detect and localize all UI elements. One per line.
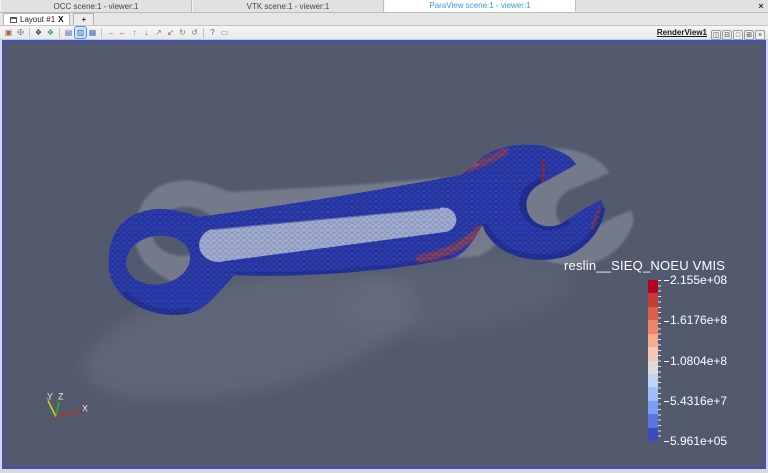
colorbar (648, 280, 658, 442)
view-window-buttons: ◫ ⊟ □ ⊞ × (710, 24, 765, 42)
toolbar-separator (203, 27, 204, 38)
projection-x-icon[interactable]: ▤ (63, 27, 74, 38)
tab-paraview-scene[interactable]: ParaView scene:1 - viewer:1 (384, 0, 576, 12)
layout-tab-label: Layout #1 (20, 15, 56, 24)
colorbar-label: 2.155e+08 (664, 273, 727, 287)
legend-title: reslin__SIEQ_NOEU VMIS (564, 258, 726, 273)
view-plus-y-icon[interactable]: ↑ (129, 27, 140, 38)
axis-x-label: X (82, 404, 88, 414)
colorbar-band (648, 400, 658, 415)
colorbar-band (648, 347, 658, 361)
maximize-view-button[interactable]: □ (733, 29, 743, 40)
colorbar-band (648, 427, 658, 442)
view-title[interactable]: RenderView1 (657, 28, 707, 37)
tab-occ-scene[interactable]: OCC scene:1 - viewer:1 (0, 0, 192, 12)
rotate-left-icon[interactable]: ↺ (189, 27, 200, 38)
help-icon[interactable]: ? (207, 27, 218, 38)
tabbar-spacer (576, 0, 754, 12)
major-tick (664, 320, 669, 322)
render-view[interactable]: Y Z X reslin__SIEQ_NOEU VMIS 2.155e+08 1.… (2, 40, 766, 469)
close-view-button[interactable]: × (755, 29, 765, 40)
colorbar-label: 1.6176e+8 (664, 313, 727, 327)
rotate-right-icon[interactable]: ↻ (177, 27, 188, 38)
axis-z-label: Z (58, 392, 64, 402)
view-plus-z-icon[interactable]: ↗ (153, 27, 164, 38)
view-minus-z-icon[interactable]: ↙ (165, 27, 176, 38)
toolbar-icons: ▣ ✠ ❖ ❖ ▤ ▥ ▦ → ← ↑ ↓ ↗ ↙ ↻ ↺? ▭ (3, 26, 230, 39)
colorbar-band (648, 414, 658, 428)
dump-view-icon[interactable]: ▣ (3, 27, 14, 38)
colorbar-band (648, 320, 658, 334)
tab-vtk-scene[interactable]: VTK scene:1 - viewer:1 (192, 0, 384, 12)
view-3d-icon[interactable]: ❖ (33, 27, 44, 38)
colorbar-band (648, 333, 658, 348)
split-vertical-button[interactable]: ⊟ (722, 29, 732, 40)
view-plus-x-icon[interactable]: → (105, 27, 116, 38)
view-header: RenderView1 ◫ ⊟ □ ⊞ × (657, 24, 765, 42)
scene-tab-bar: OCC scene:1 - viewer:1 VTK scene:1 - vie… (0, 0, 768, 13)
close-layout-icon[interactable]: X (58, 15, 63, 24)
colorbar-ticks (658, 280, 661, 441)
layout-tab-bar: Layout #1 X + (0, 13, 768, 26)
major-tick (664, 401, 669, 403)
colorbar-label: 1.0804e+8 (664, 354, 727, 368)
colorbar-band (648, 387, 658, 401)
major-tick (664, 280, 669, 282)
toolbar-separator (101, 27, 102, 38)
major-tick (664, 360, 669, 362)
axis-y-label: Y (47, 392, 53, 402)
colorbar-label: 5.961e+05 (664, 434, 727, 448)
colorbar-band (648, 373, 658, 388)
fit-all-icon[interactable]: ❖ (45, 27, 56, 38)
toolbar-separator (29, 27, 30, 38)
camera-toolbar: ▣ ✠ ❖ ❖ ▤ ▥ ▦ → ← ↑ ↓ ↗ ↙ ↻ ↺? ▭ RenderView1 ◫ ⊟ □ ⊞ × (0, 26, 768, 40)
view-minus-x-icon[interactable]: ← (117, 27, 128, 38)
toolbar-separator (59, 27, 60, 38)
projection-y-icon[interactable]: ▥ (74, 26, 87, 39)
colorbar-band (648, 280, 658, 294)
view-minus-y-icon[interactable]: ↓ (141, 27, 152, 38)
orientation-axes: Y Z X (46, 392, 88, 418)
split-horizontal-button[interactable]: ◫ (711, 29, 721, 40)
projection-z-icon[interactable]: ▦ (87, 27, 98, 38)
color-legend[interactable]: reslin__SIEQ_NOEU VMIS 2.155e+08 1.6176e+… (564, 258, 764, 448)
colorbar-band (648, 306, 658, 321)
scaling-icon[interactable]: ▭ (219, 27, 230, 38)
colorbar-label: 5.4316e+7 (664, 394, 727, 408)
colorbar-band (648, 360, 658, 374)
close-icon[interactable]: × (754, 0, 768, 12)
detach-view-button[interactable]: ⊞ (744, 29, 754, 40)
render-frame: Y Z X reslin__SIEQ_NOEU VMIS 2.155e+08 1.… (0, 40, 768, 473)
application-window: OCC scene:1 - viewer:1 VTK scene:1 - vie… (0, 0, 768, 473)
major-tick (664, 441, 669, 443)
tab-layout-1[interactable]: Layout #1 X (3, 13, 71, 25)
colorbar-band (648, 293, 658, 307)
window-icon (10, 16, 17, 23)
add-layout-tab-button[interactable]: + (73, 13, 95, 25)
interaction-style-icon[interactable]: ✠ (15, 27, 26, 38)
